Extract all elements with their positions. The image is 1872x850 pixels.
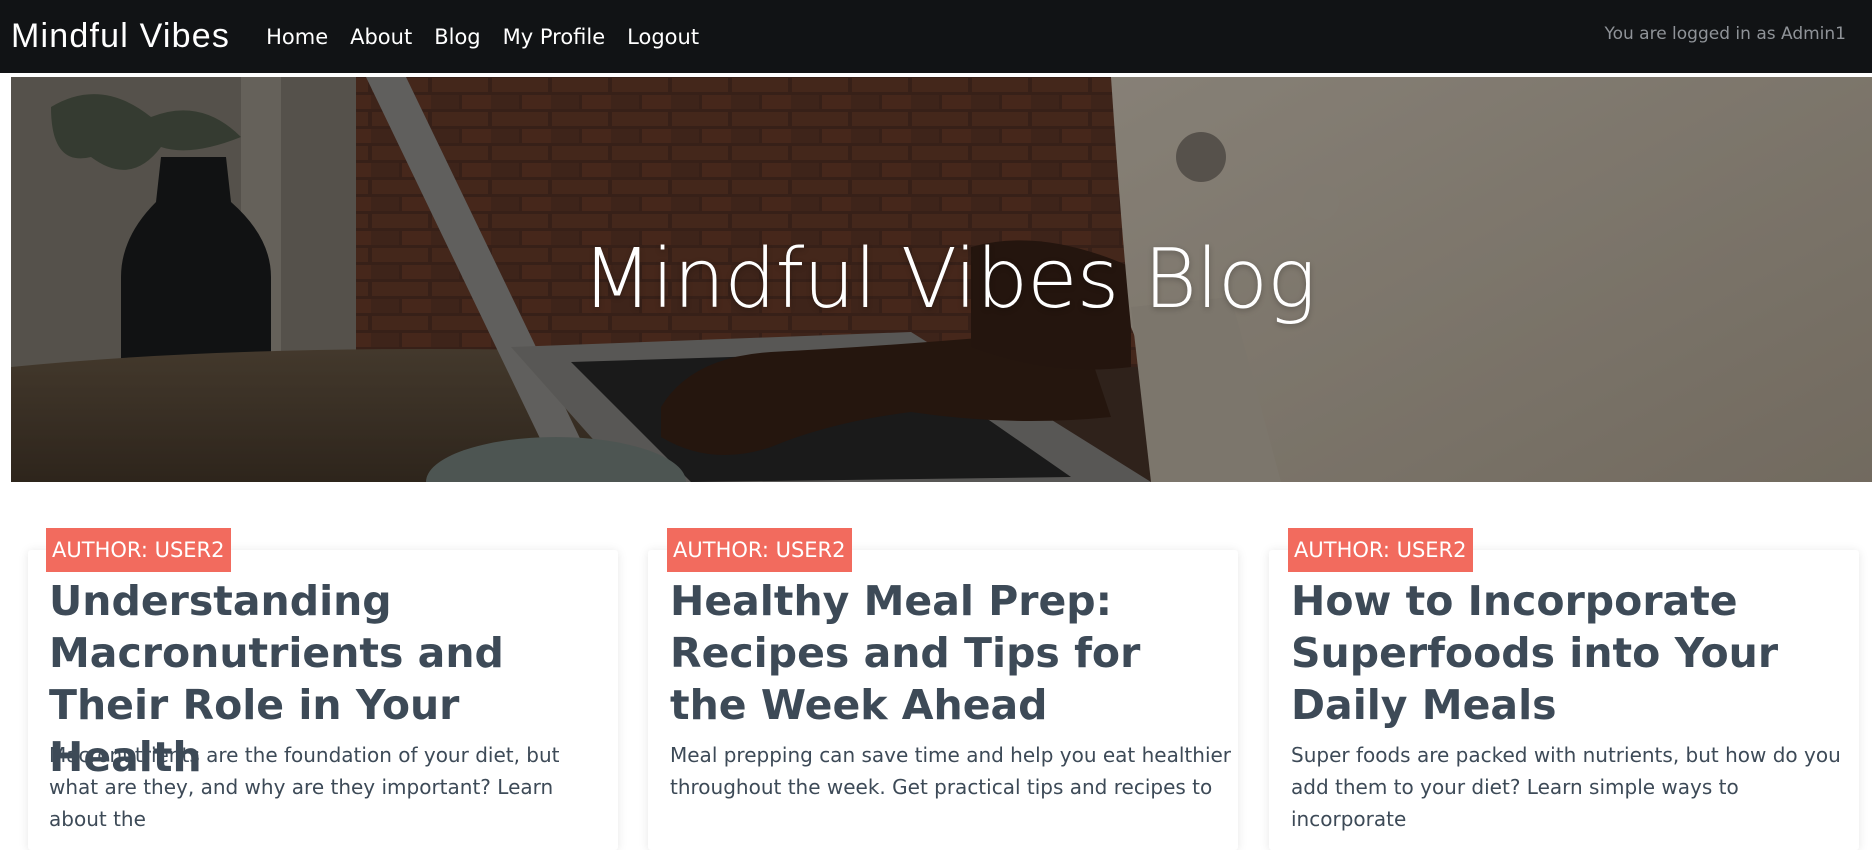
nav-link-my-profile[interactable]: My Profile: [503, 25, 606, 49]
hero-title: Mindful Vibes Blog: [581, 232, 1316, 327]
author-badge: AUTHOR: USER2: [1288, 528, 1473, 572]
nav-link-about[interactable]: About: [350, 25, 412, 49]
blog-post-list: AUTHOR: USER2 Understanding Macronutrien…: [0, 482, 1872, 850]
nav-links: Home About Blog My Profile Logout: [266, 25, 721, 49]
top-navbar: Mindful Vibes Home About Blog My Profile…: [0, 0, 1872, 75]
post-title[interactable]: How to Incorporate Superfoods into Your …: [1291, 575, 1851, 731]
nav-link-logout[interactable]: Logout: [627, 25, 699, 49]
logged-in-status: You are logged in as Admin1: [1604, 24, 1846, 44]
brand-logo-link[interactable]: Mindful Vibes: [11, 17, 230, 56]
author-badge: AUTHOR: USER2: [667, 528, 852, 572]
post-excerpt: Super foods are packed with nutrients, b…: [1291, 743, 1841, 831]
post-excerpt: Meal prepping can save time and help you…: [670, 743, 1232, 799]
author-badge: AUTHOR: USER2: [46, 528, 231, 572]
hero-banner: Mindful Vibes Blog: [11, 77, 1872, 482]
nav-link-home[interactable]: Home: [266, 25, 328, 49]
post-excerpt: Macronutrients are the foundation of you…: [49, 743, 560, 831]
post-title[interactable]: Healthy Meal Prep: Recipes and Tips for …: [670, 575, 1230, 731]
nav-link-blog[interactable]: Blog: [434, 25, 480, 49]
